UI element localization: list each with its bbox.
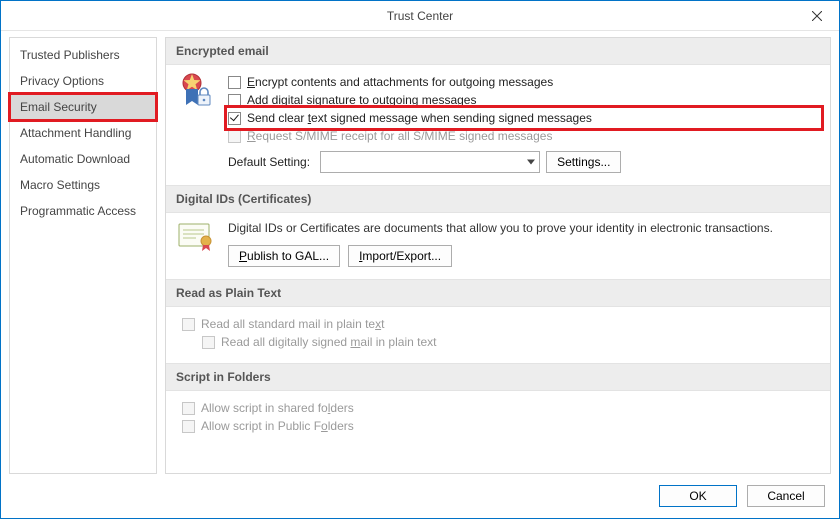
checkbox-label: Encrypt contents and attachments for out… [247, 75, 553, 89]
section-header-script-folders: Script in Folders [166, 363, 830, 391]
ok-button[interactable]: OK [659, 485, 737, 507]
nav-item-programmatic-access[interactable]: Programmatic Access [10, 198, 156, 224]
settings-panel: Encrypted email Encrypt conten [165, 37, 831, 474]
close-icon [812, 11, 822, 21]
nav-item-trusted-publishers[interactable]: Trusted Publishers [10, 42, 156, 68]
close-button[interactable] [794, 1, 839, 31]
checkbox-smime-receipt: Request S/MIME receipt for all S/MIME si… [228, 127, 820, 145]
section-script-folders: Allow script in shared folders Allow scr… [166, 391, 830, 447]
section-digital-ids: Digital IDs or Certificates are document… [166, 213, 830, 279]
section-plain-text: Read all standard mail in plain text Rea… [166, 307, 830, 363]
dialog-body: Trusted PublishersPrivacy OptionsEmail S… [1, 31, 839, 474]
checkbox-icon [228, 112, 241, 125]
checkbox-read-signed-plain: Read all digitally signed mail in plain … [182, 333, 820, 351]
nav-item-email-security[interactable]: Email Security [10, 94, 156, 120]
default-setting-label: Default Setting: [228, 155, 310, 169]
dialog-footer: OK Cancel [1, 474, 839, 518]
trust-center-window: Trust Center Trusted PublishersPrivacy O… [0, 0, 840, 519]
chevron-down-icon [527, 160, 535, 165]
checkbox-label: Read all standard mail in plain text [201, 317, 384, 331]
checkbox-label: Request S/MIME receipt for all S/MIME si… [247, 129, 552, 143]
checkbox-script-shared: Allow script in shared folders [182, 399, 820, 417]
ribbon-lock-icon [176, 73, 216, 173]
digital-ids-description: Digital IDs or Certificates are document… [228, 221, 820, 239]
checkbox-label: Send clear text signed message when send… [247, 111, 592, 125]
nav-item-automatic-download[interactable]: Automatic Download [10, 146, 156, 172]
certificate-icon [176, 221, 216, 267]
category-nav: Trusted PublishersPrivacy OptionsEmail S… [9, 37, 157, 474]
section-header-encrypted-email: Encrypted email [166, 38, 830, 65]
checkbox-add-signature[interactable]: Add digital signature to outgoing messag… [228, 91, 820, 109]
checkbox-label: Read all digitally signed mail in plain … [221, 335, 436, 349]
checkbox-icon [182, 318, 195, 331]
checkbox-encrypt-contents[interactable]: Encrypt contents and attachments for out… [228, 73, 820, 91]
checkbox-label: Add digital signature to outgoing messag… [247, 93, 476, 107]
section-encrypted-email: Encrypt contents and attachments for out… [166, 65, 830, 185]
checkbox-icon [182, 420, 195, 433]
nav-item-macro-settings[interactable]: Macro Settings [10, 172, 156, 198]
default-setting-combo[interactable] [320, 151, 540, 173]
checkbox-icon [182, 402, 195, 415]
section-header-plain-text: Read as Plain Text [166, 279, 830, 307]
checkbox-icon [228, 130, 241, 143]
checkbox-label: Allow script in shared folders [201, 401, 354, 415]
checkbox-icon [228, 76, 241, 89]
encrypted-email-options: Encrypt contents and attachments for out… [228, 73, 820, 173]
checkbox-clear-text-signed[interactable]: Send clear text signed message when send… [228, 109, 820, 127]
settings-button[interactable]: Settings... [546, 151, 621, 173]
checkbox-label: Allow script in Public Folders [201, 419, 354, 433]
digital-ids-content: Digital IDs or Certificates are document… [228, 221, 820, 267]
cancel-button[interactable]: Cancel [747, 485, 825, 507]
default-setting-row: Default Setting: Settings... [228, 151, 820, 173]
import-export-button[interactable]: Import/Export... [348, 245, 452, 267]
checkbox-read-standard-plain: Read all standard mail in plain text [182, 315, 820, 333]
checkbox-script-public: Allow script in Public Folders [182, 417, 820, 435]
nav-item-attachment-handling[interactable]: Attachment Handling [10, 120, 156, 146]
section-header-digital-ids: Digital IDs (Certificates) [166, 185, 830, 213]
window-title: Trust Center [387, 9, 453, 23]
checkbox-icon [228, 94, 241, 107]
titlebar: Trust Center [1, 1, 839, 31]
nav-item-privacy-options[interactable]: Privacy Options [10, 68, 156, 94]
checkbox-icon [202, 336, 215, 349]
publish-to-gal-button[interactable]: Publish to GAL... [228, 245, 340, 267]
